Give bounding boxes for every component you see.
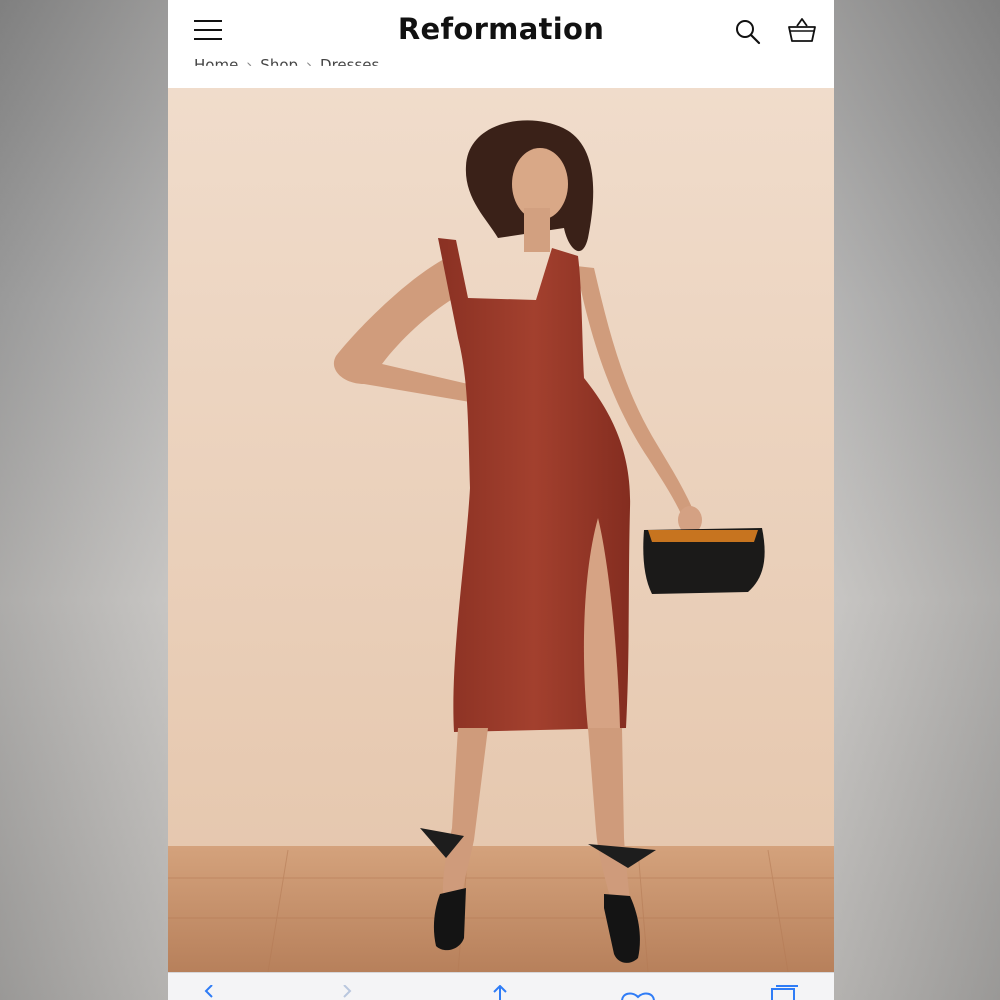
breadcrumb-dresses[interactable]: Dresses — [320, 56, 379, 66]
tabs-icon[interactable] — [764, 985, 804, 1000]
blurred-backdrop-left — [0, 0, 168, 1000]
breadcrumb: Home › Shop › Dresses — [194, 56, 379, 74]
forward-icon[interactable] — [328, 985, 368, 1000]
breadcrumb-home[interactable]: Home — [194, 56, 238, 66]
breadcrumb-separator: › — [246, 56, 253, 74]
phone-screen: Reformation Home › Shop › Dresses — [168, 0, 834, 1000]
breadcrumb-separator: › — [306, 56, 313, 74]
bookmarks-icon[interactable] — [618, 985, 658, 1000]
product-photo[interactable] — [168, 88, 834, 972]
browser-toolbar — [168, 972, 834, 1000]
back-icon[interactable] — [198, 985, 238, 1000]
site-header: Reformation Home › Shop › Dresses — [168, 0, 834, 88]
search-icon[interactable] — [734, 18, 762, 46]
product-photo-illustration — [168, 88, 834, 972]
blurred-backdrop-right — [834, 0, 1000, 1000]
share-icon[interactable] — [480, 985, 520, 1000]
breadcrumb-shop[interactable]: Shop — [260, 56, 298, 66]
shopping-basket-icon[interactable] — [786, 16, 818, 46]
